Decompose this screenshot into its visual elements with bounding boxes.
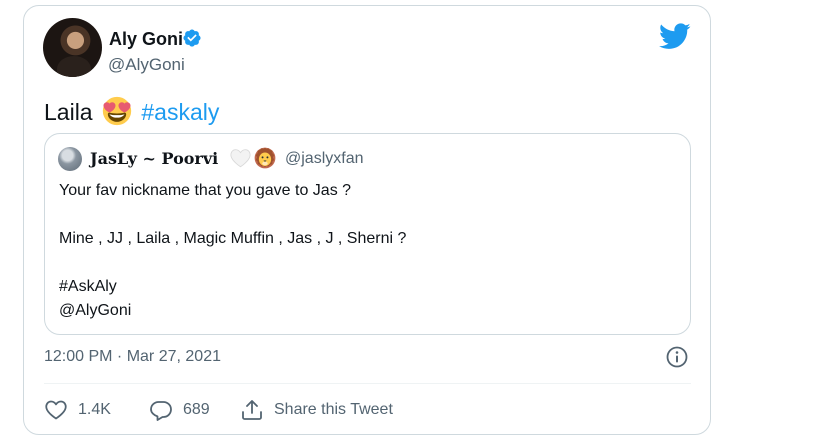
like-count: 1.4K [78, 401, 111, 418]
share-label: Share this Tweet [274, 401, 393, 418]
share-button[interactable]: Share this Tweet [240, 395, 393, 425]
heart-eyes-emoji-icon [102, 96, 132, 126]
share-upload-icon [242, 400, 262, 420]
reply-button[interactable]: 689 [149, 395, 210, 425]
tweet-timestamp[interactable]: 12:00 PM · Mar 27, 2021 [44, 346, 221, 368]
like-button[interactable]: 1.4K [44, 395, 111, 425]
reply-bubble-icon [150, 401, 172, 421]
quoted-text-blank-line [59, 251, 406, 275]
quoted-tweet-card[interactable]: JasLy ~ Poorvi @jaslyxfan Your fav nickn… [44, 133, 691, 335]
quoted-text-line: Mine , JJ , Laila , Magic Muffin , Jas ,… [59, 230, 407, 247]
heart-icon [45, 400, 67, 420]
quoted-author-handle[interactable]: @jaslyxfan [285, 149, 364, 169]
author-handle[interactable]: @AlyGoni [108, 54, 185, 76]
lion-icon [254, 147, 276, 169]
info-icon[interactable] [665, 345, 689, 369]
verified-badge-icon [183, 29, 201, 47]
author-name[interactable]: Aly Goni [109, 28, 183, 50]
divider [44, 383, 691, 384]
quoted-text-line: Your fav nickname that you gave to Jas ? [59, 182, 352, 199]
quoted-hashtag-line[interactable]: #AskAly [59, 275, 406, 299]
quoted-author-name[interactable]: JasLy ~ Poorvi [90, 149, 218, 169]
reply-count: 689 [183, 401, 210, 418]
tweet-card: Aly Goni @AlyGoni Laila #askaly JasLy ~ … [23, 5, 711, 435]
quoted-text-blank-line [59, 203, 406, 227]
white-heart-icon [230, 149, 251, 168]
tweet-text-word: Laila [44, 99, 93, 125]
twitter-bird-icon[interactable] [659, 23, 691, 50]
quoted-tweet-text: Your fav nickname that you gave to Jas ?… [59, 179, 406, 323]
quoted-author-avatar[interactable] [58, 147, 82, 171]
hashtag-link[interactable]: #askaly [141, 99, 219, 125]
tweet-text: Laila #askaly [44, 96, 219, 127]
author-avatar[interactable] [43, 18, 102, 77]
quoted-mention-line[interactable]: @AlyGoni [59, 299, 406, 323]
